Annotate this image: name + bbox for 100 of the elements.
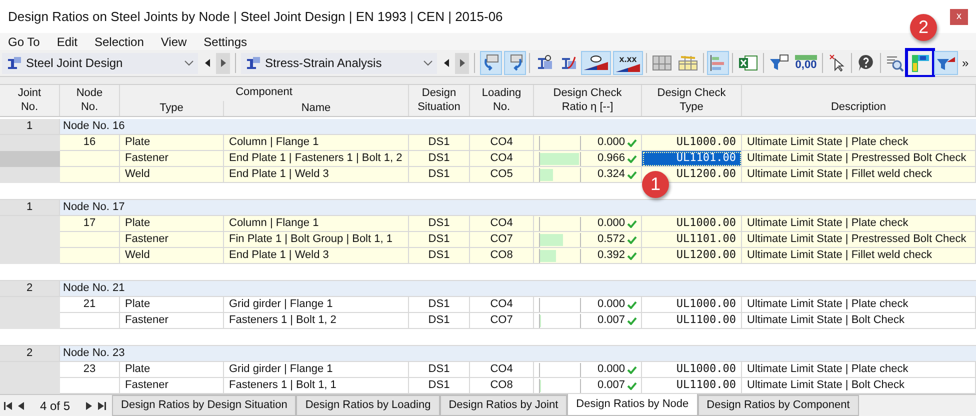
beam-icon: [6, 56, 22, 70]
column-header: Design Check Ratio η [--]: [534, 84, 642, 116]
close-button[interactable]: x: [950, 8, 968, 24]
table-cell: [60, 378, 120, 394]
help-icon: [857, 54, 875, 72]
last-page-icon[interactable]: [98, 402, 106, 410]
table-cell: CO8: [470, 248, 534, 264]
menu-item[interactable]: Edit: [56, 32, 78, 50]
ratio-value: 0.392: [597, 248, 625, 264]
toolbar-button[interactable]: [581, 51, 611, 75]
triangle-right-icon: [220, 59, 226, 67]
table-cell: Column | Flange 1: [224, 216, 409, 232]
table-cell: Ultimate Limit State | Plate check: [742, 297, 976, 313]
table-cell: DS1: [409, 151, 470, 167]
table-cell: UL1200.00: [642, 248, 742, 264]
group-header: Node No. 23: [60, 346, 976, 362]
table-cell: Ultimate Limit State | Fillet weld check: [742, 167, 976, 183]
filter-icon: [769, 54, 789, 72]
table-cell: [60, 151, 120, 167]
sheet-tab[interactable]: Design Ratios by Node: [567, 394, 698, 416]
chevron-down-icon: [184, 60, 194, 66]
table-cell: CO4: [470, 135, 534, 151]
table-cell: Ultimate Limit State | Prestressed Bolt Check: [742, 151, 976, 167]
table-cell: Ultimate Limit State | Fillet weld check: [742, 248, 976, 264]
next-button[interactable]: [455, 52, 469, 74]
table-cell: DS1: [409, 232, 470, 248]
table-cell: Fastener: [120, 378, 224, 394]
table-cell: Grid girder | Flange 1: [224, 362, 409, 378]
table-cell: Plate: [120, 216, 224, 232]
ratio-value: 0.000: [597, 135, 625, 150]
table-cell: 21: [60, 297, 120, 313]
menu-item[interactable]: View: [160, 32, 187, 50]
table-cell: Ultimate Limit State | Bolt Check: [742, 378, 976, 394]
bar-list-icon: [709, 54, 727, 72]
table-cell: Plate: [120, 297, 224, 313]
table-cell: Fasteners 1 | Bolt 1, 2: [224, 313, 409, 329]
toolbar-button[interactable]: [908, 51, 932, 75]
table-cell: Grid girder | Flange 1: [224, 297, 409, 313]
table-cell: DS1: [409, 248, 470, 264]
table-cell: Plate: [120, 135, 224, 151]
table-cell: Ultimate Limit State | Prestressed Bolt Check: [742, 232, 976, 248]
ratio-value: 0.966: [597, 151, 625, 166]
column-header: Name: [224, 100, 409, 116]
next-page-icon[interactable]: [86, 402, 92, 410]
next-button[interactable]: [216, 52, 230, 74]
menu-item[interactable]: Settings: [204, 32, 248, 50]
column-header: Description: [742, 84, 976, 116]
table-icon: [678, 54, 698, 72]
group-header: Node No. 16: [60, 119, 976, 135]
module-dropdown[interactable]: Steel Joint Design: [2, 52, 198, 74]
overflow-button[interactable]: »: [962, 54, 969, 72]
beam-icon: [535, 54, 553, 72]
first-page-icon[interactable]: [4, 402, 12, 410]
window-title: Design Ratios on Steel Joints by Node | Steel Joint Design | EN 1993 | CEN | 2015-06: [8, 8, 503, 26]
table-cell: DS1: [409, 167, 470, 183]
table-cell: Fasteners 1 | Bolt 1, 1: [224, 378, 409, 394]
ratio-value: 0.572: [597, 232, 625, 248]
table-cell: DS1: [409, 297, 470, 313]
table-cell: Fin Plate 1 | Bolt Group | Bolt 1, 1: [224, 232, 409, 248]
table-cell: Ultimate Limit State | Plate check: [742, 135, 976, 151]
table-cell: UL1101.00: [642, 232, 742, 248]
table-cell: Plate: [120, 362, 224, 378]
module-dropdown[interactable]: Stress-Strain Analysis: [241, 52, 437, 74]
triangle-left-icon: [444, 59, 448, 67]
table-cell: Fastener: [120, 151, 224, 167]
table-cell: End Plate 1 | Weld 3: [224, 248, 409, 264]
table-cell: Fastener: [120, 232, 224, 248]
sheet-tab[interactable]: Design Ratios by Component: [698, 395, 859, 416]
sheet-tab[interactable]: Design Ratios by Loading: [296, 395, 440, 416]
ratio-value: 0.000: [597, 216, 625, 232]
callout-badge: 1: [642, 171, 669, 198]
cursor-icon: [828, 54, 846, 72]
ratio-value: 0.007: [597, 313, 625, 328]
sheet-tab[interactable]: Design Ratios by Joint: [440, 395, 568, 416]
filter-icon: [936, 54, 956, 72]
table-cell: End Plate 1 | Weld 3: [224, 167, 409, 183]
column-header: Design Check Type: [642, 84, 742, 116]
table-cell: 17: [60, 216, 120, 232]
decimal-button[interactable]: 0,00: [793, 51, 819, 75]
table-cell: CO4: [470, 151, 534, 167]
sheet-tab[interactable]: Design Ratios by Design Situation: [112, 395, 296, 416]
previous-page-icon[interactable]: [18, 402, 24, 410]
spreadsheet-icon: [738, 53, 758, 73]
table-cell: UL1000.00: [642, 297, 742, 313]
triangle-right-icon: [460, 59, 464, 67]
column-header: Node No.: [60, 84, 120, 116]
table-cell: UL1100.00: [642, 313, 742, 329]
gradient-text-button[interactable]: x.xx: [613, 51, 643, 75]
table-icon: [652, 54, 672, 72]
table-cell: DS1: [409, 378, 470, 394]
color-map-icon: [910, 53, 930, 73]
table-cell: UL1000.00: [642, 216, 742, 232]
column-header: Component: [120, 84, 409, 101]
table-cell: DS1: [409, 362, 470, 378]
gradient-icon: [615, 64, 641, 72]
menu-item[interactable]: Selection: [94, 32, 144, 50]
table-cell: Ultimate Limit State | Plate check: [742, 362, 976, 378]
menu-item[interactable]: Go To: [8, 32, 40, 50]
table-cell: CO4: [470, 297, 534, 313]
table-cell: CO7: [470, 232, 534, 248]
